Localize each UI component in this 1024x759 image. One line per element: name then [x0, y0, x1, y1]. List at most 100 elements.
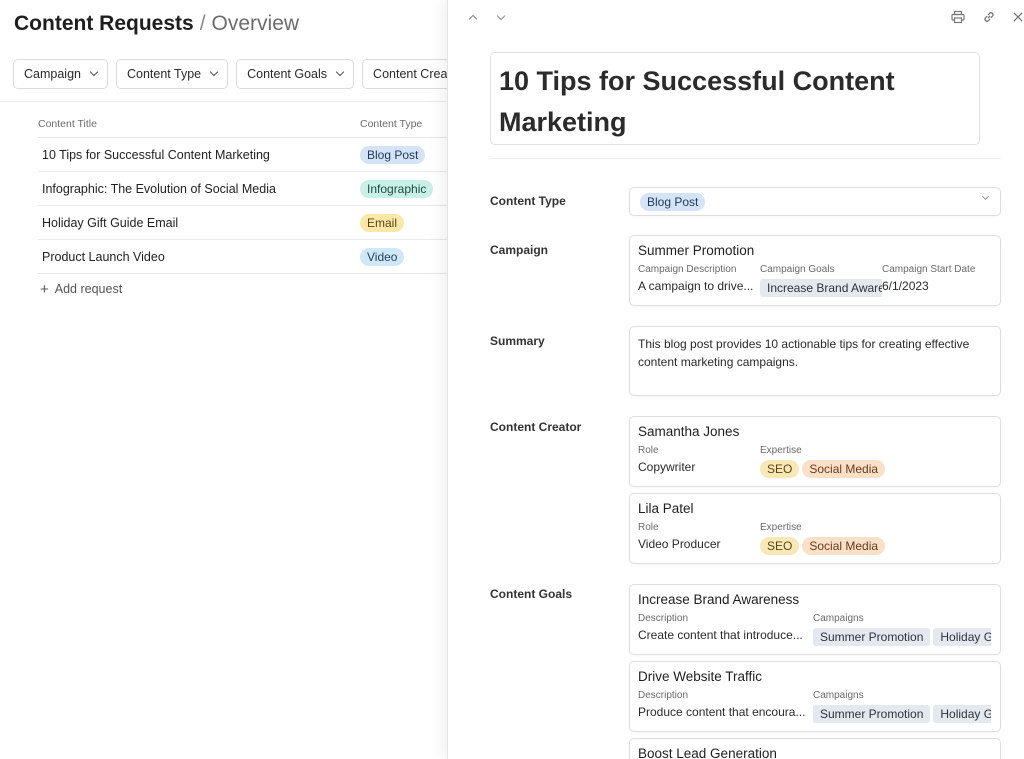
- row-title[interactable]: Infographic: The Evolution of Social Med…: [38, 182, 360, 196]
- add-request-label: Add request: [54, 282, 123, 296]
- goal-campaign-tags: Summer PromotionHoliday Gift: [813, 705, 991, 723]
- expertise-tags: SEO Social Media: [760, 537, 960, 555]
- row-title[interactable]: 10 Tips for Successful Content Marketing: [38, 148, 360, 162]
- goal-description-col: Description Create content that introduc…: [638, 613, 813, 646]
- chevron-down-icon: [89, 67, 99, 77]
- expertise-tag: Social Media: [802, 537, 886, 555]
- filter-bar: Campaign Content Type Content Goals Cont…: [13, 59, 448, 89]
- filter-label: Content Type: [126, 67, 202, 81]
- summary-field[interactable]: This blog post provides 10 actionable ti…: [629, 326, 1001, 396]
- row-title[interactable]: Holiday Gift Guide Email: [38, 216, 360, 230]
- content-type-value-badge: Blog Post: [640, 192, 706, 211]
- goal-tag: Increase Brand Awareness: [760, 279, 882, 297]
- table-header: Content Title Content Type: [38, 118, 448, 138]
- add-request-button[interactable]: + Add request: [38, 274, 448, 304]
- copy-link-button[interactable]: [981, 9, 997, 25]
- divider: [490, 158, 1001, 159]
- page-title: Content Requests / Overview: [14, 12, 299, 36]
- breadcrumb-separator: /: [199, 12, 206, 35]
- field-label-content-type: Content Type: [490, 194, 566, 208]
- filter-content-creator[interactable]: Content Creator: [362, 59, 448, 89]
- row-title[interactable]: Product Launch Video: [38, 250, 360, 264]
- previous-record-button[interactable]: [466, 10, 480, 24]
- plus-icon: +: [40, 280, 49, 298]
- chevron-up-icon: [468, 14, 478, 24]
- campaign-tag: Summer Promotion: [813, 705, 931, 723]
- content-type-badge: Blog Post: [360, 145, 426, 164]
- filter-label: Content Creator: [373, 67, 448, 81]
- expertise-label: Expertise: [760, 522, 802, 533]
- table-row[interactable]: Infographic: The Evolution of Social Med…: [38, 172, 448, 206]
- campaign-goals-label: Campaign Goals: [760, 264, 835, 275]
- goal-name: Increase Brand Awareness: [638, 592, 800, 607]
- filter-label: Campaign: [24, 67, 81, 81]
- campaign-fields: Campaign Description A campaign to drive…: [638, 264, 992, 297]
- campaign-goals-col: Campaign Goals Increase Brand Awareness: [760, 264, 882, 297]
- campaign-name: Summer Promotion: [638, 243, 755, 258]
- goal-fields: Description Produce content that encoura…: [638, 690, 992, 723]
- goal-campaigns-col: Campaigns Summer PromotionHoliday Gift: [813, 613, 991, 646]
- record-title-field[interactable]: 10 Tips for Successful Content Marketing: [490, 52, 980, 145]
- creator-expertise-col: Expertise SEO Social Media: [760, 445, 960, 478]
- campaign-start-value: 6/1/2023: [882, 279, 929, 293]
- campaign-goals-value: Increase Brand Awareness: [760, 279, 882, 297]
- goal-description-label: Description: [638, 613, 689, 624]
- goal-campaign-tags: Summer PromotionHoliday Gift: [813, 628, 991, 646]
- creator-name: Lila Patel: [638, 501, 694, 516]
- table-row[interactable]: 10 Tips for Successful Content Marketing…: [38, 138, 448, 172]
- campaign-card[interactable]: Summer Promotion Campaign Description A …: [629, 235, 1001, 306]
- creator-fields: Role Video Producer Expertise SEO Social …: [638, 522, 992, 555]
- field-label-summary: Summary: [490, 334, 545, 348]
- creator-card[interactable]: Lila Patel Role Video Producer Expertise…: [629, 493, 1001, 564]
- print-icon: [951, 10, 965, 24]
- campaign-tag: Summer Promotion: [813, 628, 931, 646]
- expertise-tags: SEO Social Media: [760, 460, 960, 478]
- detail-panel: 10 Tips for Successful Content Marketing…: [447, 0, 1024, 759]
- goal-card[interactable]: Boost Lead Generation: [629, 738, 1001, 759]
- role-label: Role: [638, 522, 659, 533]
- goal-description-value: Produce content that encoura...: [638, 705, 806, 719]
- filter-content-goals[interactable]: Content Goals: [236, 59, 355, 89]
- content-list-view: Content Requests / Overview Campaign Conte…: [0, 0, 448, 759]
- campaign-description-col: Campaign Description A campaign to drive…: [638, 264, 760, 297]
- field-label-content-goals: Content Goals: [490, 587, 573, 601]
- page-title-main: Content Requests: [14, 12, 194, 35]
- content-type-badge: Email: [360, 213, 405, 232]
- column-header-title[interactable]: Content Title: [38, 118, 360, 137]
- campaign-description-label: Campaign Description: [638, 264, 737, 275]
- filter-campaign[interactable]: Campaign: [13, 59, 108, 89]
- table-row[interactable]: Product Launch Video Video: [38, 240, 448, 274]
- goal-description-value: Create content that introduce...: [638, 628, 803, 642]
- print-button[interactable]: [950, 9, 966, 25]
- campaign-tag: Holiday Gift: [933, 628, 991, 646]
- goal-campaigns-label: Campaigns: [813, 690, 864, 701]
- chevron-down-icon: [335, 67, 345, 77]
- goal-description-label: Description: [638, 690, 689, 701]
- content-type-badge: Infographic: [360, 179, 434, 198]
- creator-name: Samantha Jones: [638, 424, 740, 439]
- goal-description-col: Description Produce content that encoura…: [638, 690, 813, 723]
- campaign-start-label: Campaign Start Date: [882, 264, 976, 275]
- goal-name: Drive Website Traffic: [638, 669, 763, 684]
- panel-toolbar: [448, 0, 1024, 36]
- content-type-badge: Video: [360, 247, 405, 266]
- role-value: Video Producer: [638, 537, 721, 551]
- table-row[interactable]: Holiday Gift Guide Email Email: [38, 206, 448, 240]
- content-type-select[interactable]: Blog Post: [629, 187, 1001, 216]
- goal-campaigns-label: Campaigns: [813, 613, 864, 624]
- campaign-start-col: Campaign Start Date 6/1/2023: [882, 264, 992, 297]
- chevron-down-icon: [496, 11, 506, 20]
- next-record-button[interactable]: [494, 10, 508, 24]
- expertise-label: Expertise: [760, 445, 802, 456]
- chevron-down-icon: [981, 192, 990, 201]
- goal-card[interactable]: Increase Brand Awareness Description Cre…: [629, 584, 1001, 655]
- goal-card[interactable]: Drive Website Traffic Description Produc…: [629, 661, 1001, 732]
- campaign-description-value: A campaign to drive...: [638, 279, 754, 293]
- column-header-type[interactable]: Content Type: [360, 118, 422, 137]
- view-name[interactable]: Overview: [212, 12, 300, 35]
- creator-role-col: Role Copywriter: [638, 445, 760, 478]
- close-button[interactable]: [1010, 9, 1024, 25]
- goal-fields: Description Create content that introduc…: [638, 613, 992, 646]
- filter-content-type[interactable]: Content Type: [115, 59, 229, 89]
- creator-card[interactable]: Samantha Jones Role Copywriter Expertise…: [629, 416, 1001, 487]
